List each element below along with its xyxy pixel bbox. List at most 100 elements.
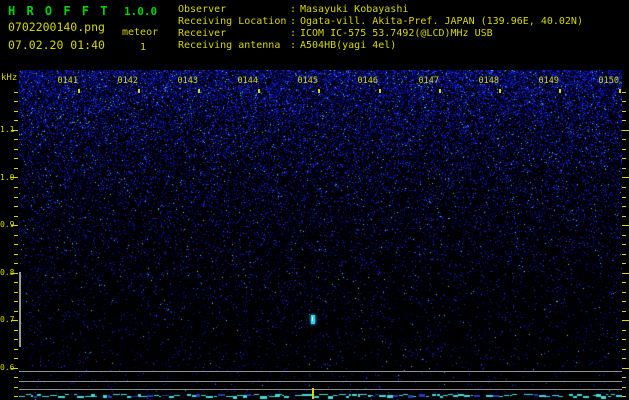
axis-tick [14,197,18,198]
axis-tick [622,206,626,207]
axis-tick [11,320,18,321]
axis-tick [14,235,18,236]
axis-tick [622,349,626,350]
info-row-antenna: Receiving antenna: A504HB(yagi 4el) [178,40,583,52]
axis-tick [14,101,18,102]
axis-tick [14,301,18,302]
axis-tick [622,197,626,198]
axis-tick [11,368,18,369]
axis-tick [14,282,18,283]
info-row-observer: Observer: Masayuki Kobayashi [178,4,583,16]
axis-tick [622,139,626,140]
axis-tick [499,89,501,93]
info-value: Ogata-vill. Akita-Pref. JAPAN (139.96E, … [300,16,583,27]
axis-tick [622,235,626,236]
axis-tick [622,130,629,131]
axis-tick [14,396,18,397]
axis-tick [622,301,626,302]
axis-tick [622,244,626,245]
info-separator: : [290,16,297,27]
axis-tick [14,377,18,378]
observation-datetime: 07.02.20 01:40 [8,38,105,52]
axis-tick [622,177,629,178]
axis-tick [14,254,18,255]
x-axis-label: 0142 [117,76,138,86]
carrier-line [19,381,622,382]
axis-tick [14,349,18,350]
meteor-event-marker [312,388,314,399]
left-edge-artifact-line [19,272,21,347]
x-axis-label: 0146 [357,76,378,86]
x-axis-label: 0145 [297,76,318,86]
x-axis-label: 0150 [598,76,619,86]
info-label: Observer [178,4,227,15]
axis-tick [14,387,18,388]
meteor-count: 1 [140,42,147,53]
axis-tick [14,263,18,264]
axis-tick [622,92,626,93]
x-axis-label: 0147 [418,76,439,86]
info-value: A504HB(yagi 4el) [300,40,397,51]
info-label: Receiver [178,28,227,39]
mode-label: meteor [122,27,159,38]
info-label: Receiving antenna [178,40,281,51]
info-separator: : [290,40,297,51]
axis-tick [622,339,626,340]
axis-tick [258,89,260,93]
axis-tick [14,358,18,359]
axis-tick [559,89,561,93]
axis-tick [14,187,18,188]
axis-tick [439,89,441,93]
axis-tick [14,339,18,340]
axis-tick [14,92,18,93]
axis-tick [622,377,626,378]
info-label: Receiving Location [178,16,287,27]
axis-tick [14,120,18,121]
axis-tick [622,368,629,369]
axis-tick [622,320,629,321]
axis-tick [14,111,18,112]
axis-tick [622,120,626,121]
axis-tick [14,149,18,150]
x-axis-label: 0148 [478,76,499,86]
axis-tick [622,111,626,112]
axis-tick [78,89,80,93]
meteor-echo-core [312,317,313,321]
axis-tick [622,282,626,283]
info-value: ICOM IC-575 53.7492(@LCD)MHz USB [300,28,493,39]
app-version: 1.0.0 [124,5,158,18]
spectrogram-canvas [19,70,622,400]
meteor-echo-dot [311,315,315,324]
axis-tick [622,396,626,397]
axis-tick [622,311,626,312]
axis-tick [619,89,621,93]
axis-tick [11,225,18,226]
info-separator: : [290,28,297,39]
x-axis-label: 0141 [57,76,78,86]
axis-tick [379,89,381,93]
axis-tick [622,273,629,274]
app-title: H R O F F T [8,4,110,18]
axis-tick [11,177,18,178]
axis-tick [622,149,626,150]
axis-tick [198,89,200,93]
y-axis-unit-label: kHz [1,73,18,83]
axis-tick [14,216,18,217]
axis-tick [138,89,140,93]
output-filename: 0702200140.png [8,20,105,34]
axis-tick [14,311,18,312]
axis-tick [14,330,18,331]
axis-tick [11,273,18,274]
axis-tick [622,263,626,264]
axis-tick [622,225,629,226]
axis-tick [14,292,18,293]
axis-tick [14,168,18,169]
x-axis-label: 0149 [538,76,559,86]
x-axis-label: 0144 [237,76,258,86]
axis-tick [622,387,626,388]
info-separator: : [290,4,297,15]
axis-tick [14,139,18,140]
axis-tick [622,330,626,331]
axis-tick [14,206,18,207]
axis-tick [622,358,626,359]
